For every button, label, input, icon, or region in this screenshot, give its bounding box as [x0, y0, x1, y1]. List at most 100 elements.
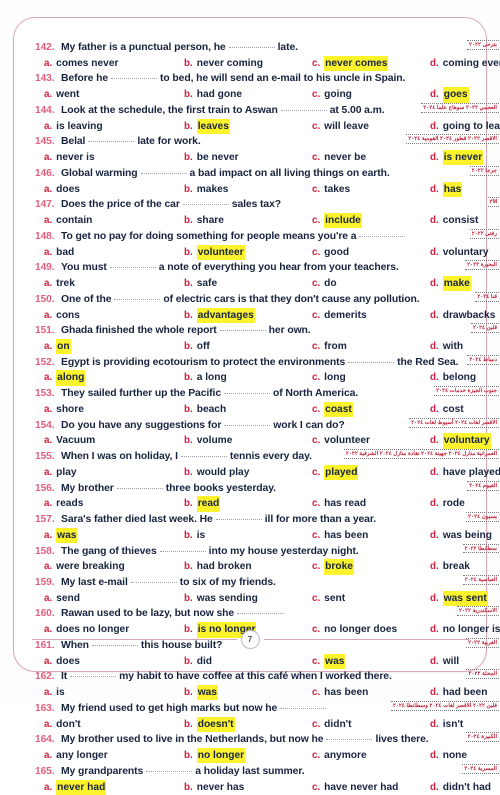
answer-blank[interactable]: [180, 456, 227, 458]
option-choice[interactable]: a. reads: [44, 496, 184, 512]
answer-blank[interactable]: [109, 267, 156, 269]
option-choice[interactable]: d. cost: [430, 402, 464, 418]
option-choice[interactable]: a. never had: [44, 779, 184, 795]
answer-blank[interactable]: [215, 519, 262, 521]
option-choice[interactable]: c. sent: [312, 591, 430, 607]
option-choice[interactable]: a. were breaking: [44, 559, 184, 575]
option-choice[interactable]: a. was: [44, 527, 184, 544]
option-choice[interactable]: d. break: [430, 559, 470, 575]
option-choice[interactable]: b. read: [184, 496, 312, 512]
option-choice[interactable]: b. was sending: [184, 591, 312, 607]
option-choice[interactable]: d. voluntary: [430, 433, 491, 449]
option-choice[interactable]: d. consist: [430, 213, 478, 229]
option-choice[interactable]: a. cons: [44, 308, 184, 324]
option-choice[interactable]: b. be never: [184, 150, 312, 166]
option-choice[interactable]: c. didn't: [312, 717, 430, 733]
option-choice[interactable]: b. advantages: [184, 307, 312, 324]
option-choice[interactable]: c. going: [312, 87, 430, 103]
option-choice[interactable]: a. is: [44, 685, 184, 701]
option-choice[interactable]: d. was being: [430, 528, 492, 544]
answer-blank[interactable]: [224, 424, 271, 426]
answer-blank[interactable]: [159, 550, 206, 552]
option-choice[interactable]: b. volume: [184, 433, 312, 449]
option-choice[interactable]: c. long: [312, 370, 430, 386]
option-choice[interactable]: b. volunteer: [184, 244, 312, 261]
answer-blank[interactable]: [130, 581, 177, 583]
option-choice[interactable]: c. from: [312, 339, 430, 355]
option-choice[interactable]: a. bad: [44, 245, 184, 261]
option-choice[interactable]: b. leaves: [184, 118, 312, 135]
answer-blank[interactable]: [146, 770, 193, 772]
option-choice[interactable]: d. is never: [430, 150, 484, 166]
option-choice[interactable]: b. was: [184, 685, 312, 701]
option-choice[interactable]: c. has been: [312, 685, 430, 701]
option-choice[interactable]: a. shore: [44, 402, 184, 418]
option-choice[interactable]: b. safe: [184, 276, 312, 292]
answer-blank[interactable]: [219, 330, 266, 332]
option-choice[interactable]: a. does: [44, 654, 184, 670]
option-choice[interactable]: a. don't: [44, 717, 184, 733]
answer-blank[interactable]: [348, 361, 395, 363]
option-choice[interactable]: d. make: [430, 276, 471, 292]
option-choice[interactable]: c. broke: [312, 559, 430, 575]
option-choice[interactable]: c. played: [312, 464, 430, 481]
option-choice[interactable]: b. did: [184, 654, 312, 670]
answer-blank[interactable]: [88, 141, 135, 143]
option-choice[interactable]: d. has: [430, 181, 463, 198]
option-choice[interactable]: b. would play: [184, 465, 312, 481]
option-choice[interactable]: b. share: [184, 213, 312, 229]
option-choice[interactable]: b. off: [184, 339, 312, 355]
option-choice[interactable]: a. on: [44, 339, 184, 355]
option-choice[interactable]: d. isn't: [430, 717, 463, 733]
answer-blank[interactable]: [280, 109, 327, 111]
option-choice[interactable]: c. do: [312, 276, 430, 292]
option-choice[interactable]: d. didn't had: [430, 780, 491, 795]
option-choice[interactable]: a. went: [44, 87, 184, 103]
answer-blank[interactable]: [228, 47, 275, 48]
option-choice[interactable]: a. trek: [44, 276, 184, 292]
option-choice[interactable]: d. coming ever: [430, 56, 500, 72]
option-choice[interactable]: c. coast: [312, 401, 430, 418]
answer-blank[interactable]: [326, 739, 373, 741]
option-choice[interactable]: a. comes never: [44, 56, 184, 72]
option-choice[interactable]: a. contain: [44, 213, 184, 229]
option-choice[interactable]: b. a long: [184, 370, 312, 386]
option-choice[interactable]: c. never be: [312, 150, 430, 166]
option-choice[interactable]: a. along: [44, 370, 184, 386]
option-choice[interactable]: c. has been: [312, 528, 430, 544]
option-choice[interactable]: c. good: [312, 245, 430, 261]
option-choice[interactable]: c. was: [312, 653, 430, 670]
option-choice[interactable]: c. demerits: [312, 308, 430, 324]
answer-blank[interactable]: [224, 393, 271, 395]
option-choice[interactable]: b. had gone: [184, 87, 312, 103]
option-choice[interactable]: c. never comes: [312, 55, 430, 72]
option-choice[interactable]: b. beach: [184, 402, 312, 418]
option-choice[interactable]: d.going to leave: [430, 119, 500, 135]
answer-blank[interactable]: [70, 676, 117, 678]
option-choice[interactable]: b. had broken: [184, 559, 312, 575]
option-choice[interactable]: d. belong: [430, 370, 476, 386]
option-choice[interactable]: c. anymore: [312, 748, 430, 764]
answer-blank[interactable]: [182, 204, 229, 206]
option-choice[interactable]: b. never coming: [184, 56, 312, 72]
answer-blank[interactable]: [116, 487, 163, 489]
answer-blank[interactable]: [111, 78, 158, 80]
option-choice[interactable]: b. is: [184, 528, 312, 544]
option-choice[interactable]: b. doesn't: [184, 716, 312, 733]
option-choice[interactable]: b. no longer: [184, 748, 312, 764]
answer-blank[interactable]: [237, 613, 284, 615]
answer-blank[interactable]: [140, 172, 187, 174]
answer-blank[interactable]: [114, 298, 161, 300]
option-choice[interactable]: d. will: [430, 654, 459, 670]
option-choice[interactable]: d. none: [430, 748, 467, 764]
option-choice[interactable]: d. goes: [430, 87, 469, 103]
option-choice[interactable]: c. have never had: [312, 780, 430, 795]
option-choice[interactable]: d. had been: [430, 685, 487, 701]
option-choice[interactable]: a. play: [44, 465, 184, 481]
option-choice[interactable]: c. volunteer: [312, 433, 430, 449]
option-choice[interactable]: d. with: [430, 339, 463, 355]
option-choice[interactable]: d. drawbacks: [430, 308, 495, 324]
option-choice[interactable]: d. have played: [430, 465, 500, 481]
option-choice[interactable]: a. is leaving: [44, 119, 184, 135]
option-choice[interactable]: a. any longer: [44, 748, 184, 764]
